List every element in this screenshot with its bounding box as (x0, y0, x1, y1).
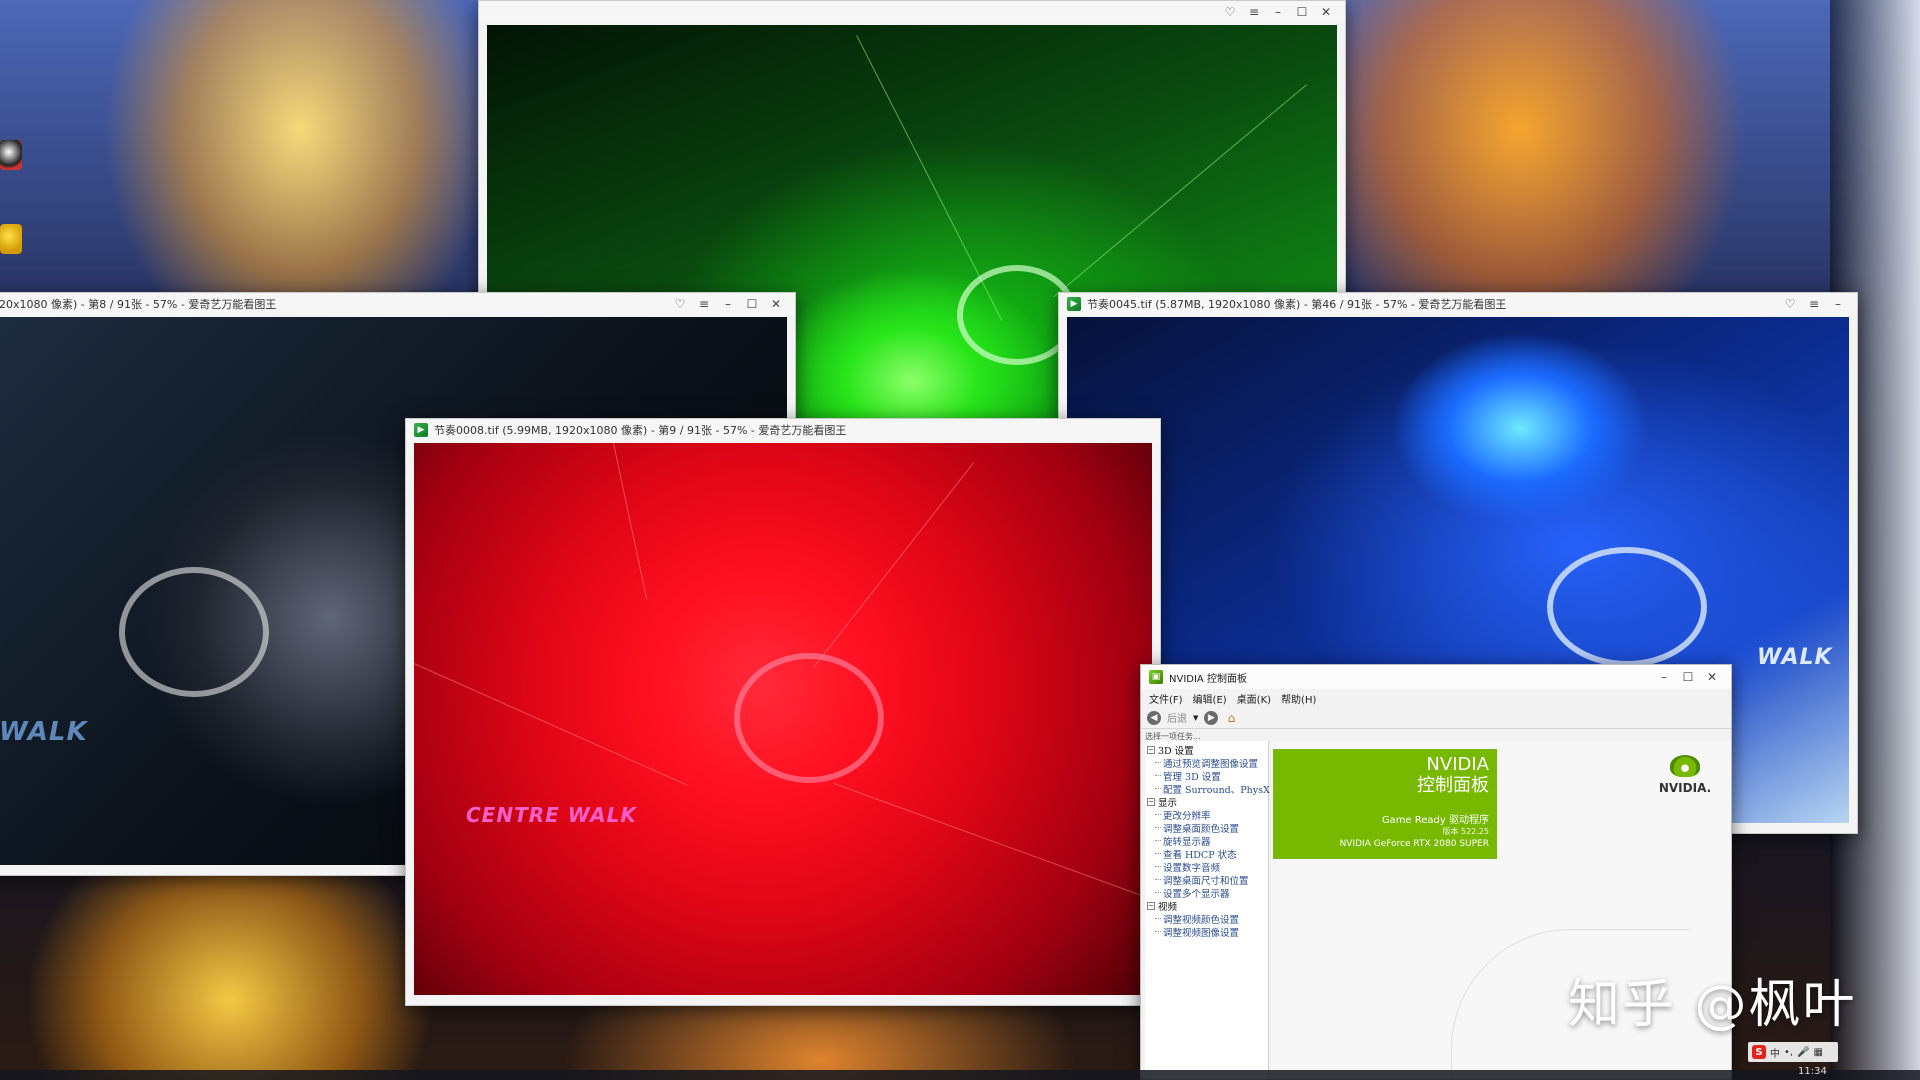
window-titlebar[interactable]: ▶ 节奏0008.tif (5.99MB, 1920x1080 像素) - 第9… (406, 419, 1160, 441)
tree-item[interactable]: 调整桌面颜色设置 (1145, 821, 1268, 835)
viewer-app-icon: ▶ (1067, 297, 1081, 311)
ime-mode[interactable]: 中 (1770, 1045, 1780, 1060)
tree-item[interactable]: 调整视频图像设置 (1145, 925, 1268, 939)
taskbar-clock[interactable]: 11:34 (1798, 1066, 1827, 1077)
nvidia-logo: NVIDIA. (1653, 755, 1717, 795)
tree-item[interactable]: 调整桌面尺寸和位置 (1145, 873, 1268, 887)
menu-edit[interactable]: 编辑(E) (1193, 691, 1227, 706)
menu-help[interactable]: 帮助(H) (1281, 691, 1316, 706)
desktop-app-icon[interactable] (0, 140, 22, 170)
punctuation-icon[interactable]: •, (1784, 1047, 1793, 1058)
taskbar (0, 1070, 1920, 1080)
nvidia-banner: NVIDIA 控制面板 Game Ready 驱动程序 版本 522.25 NV… (1273, 749, 1497, 859)
skin-icon[interactable]: ♡ (1219, 3, 1241, 21)
window-titlebar[interactable]: 20x1080 像素) - 第8 / 91张 - 57% - 爱奇艺万能看图王 … (0, 293, 795, 315)
tree-category[interactable]: − 视频 (1145, 899, 1268, 913)
collapse-icon[interactable]: − (1147, 797, 1155, 806)
minimize-icon[interactable]: – (717, 295, 739, 313)
window-titlebar[interactable]: ▣ NVIDIA 控制面板 – ☐ ✕ (1141, 665, 1731, 689)
window-title: 节奏0045.tif (5.87MB, 1920x1080 像素) - 第46 … (1087, 298, 1507, 311)
ram-horn-artwork (734, 653, 884, 783)
window-title: 节奏0008.tif (5.99MB, 1920x1080 像素) - 第9 /… (434, 424, 847, 437)
nvidia-eye-icon (1670, 755, 1700, 777)
close-icon[interactable]: ✕ (1701, 668, 1723, 686)
tree-category[interactable]: −3D 设置 (1145, 743, 1268, 757)
menu-bar: 文件(F) 编辑(E) 桌面(K) 帮助(H) (1141, 689, 1731, 707)
system-tray: S 中 •, 🎤 ▦ (1748, 1042, 1838, 1062)
window-title: 20x1080 像素) - 第8 / 91张 - 57% - 爱奇艺万能看图王 (0, 298, 277, 311)
gpu-name: NVIDIA GeForce RTX 2080 SUPER (1339, 839, 1489, 849)
menu-desktop[interactable]: 桌面(K) (1237, 691, 1271, 706)
back-icon[interactable]: ◀ (1147, 710, 1161, 725)
minimize-icon[interactable]: – (1267, 3, 1289, 21)
maximize-icon[interactable]: ☐ (1677, 668, 1699, 686)
tree-item[interactable]: 设置多个显示器 (1145, 886, 1268, 900)
driver-type: Game Ready 驱动程序 (1381, 815, 1489, 826)
maximize-icon[interactable]: ☐ (1291, 3, 1313, 21)
desktop-app-icon[interactable] (0, 224, 22, 254)
tree-item[interactable]: 更改分辨率 (1145, 808, 1268, 822)
image-canvas[interactable]: CENTRE WALK (414, 443, 1152, 995)
forward-icon[interactable]: ▶ (1204, 710, 1219, 725)
driver-version: 版本 522.25 (1442, 827, 1489, 836)
tree-item[interactable]: 配置 Surround、PhysX (1145, 782, 1270, 796)
collapse-icon[interactable]: − (1147, 745, 1155, 754)
window-title: NVIDIA 控制面板 (1169, 673, 1247, 685)
image-brand-text: WALK (0, 717, 88, 747)
menu-icon[interactable]: ≡ (1243, 3, 1265, 21)
sogou-ime-icon[interactable]: S (1752, 1045, 1766, 1059)
nvidia-logo-text: NVIDIA. (1658, 781, 1712, 795)
viewer-window-red[interactable]: ▶ 节奏0008.tif (5.99MB, 1920x1080 像素) - 第9… (405, 418, 1161, 1006)
minimize-icon[interactable]: – (1827, 295, 1849, 313)
back-button-label[interactable]: 后退 (1167, 710, 1187, 725)
maximize-icon[interactable]: ☐ (741, 295, 763, 313)
menu-icon[interactable]: ≡ (693, 295, 715, 313)
window-titlebar[interactable]: ▶ 节奏0045.tif (5.87MB, 1920x1080 像素) - 第4… (1059, 293, 1857, 315)
tree-category[interactable]: − 显示 (1145, 795, 1268, 809)
mic-icon[interactable]: 🎤 (1797, 1047, 1809, 1058)
close-icon[interactable]: ✕ (765, 295, 787, 313)
dropdown-icon[interactable]: ▼ (1193, 714, 1198, 722)
keyboard-icon[interactable]: ▦ (1814, 1047, 1823, 1058)
zhihu-watermark: 知乎 @枫叶 (1568, 975, 1857, 1035)
image-brand-text: CENTRE WALK (466, 803, 637, 827)
ram-horn-artwork (1547, 547, 1707, 667)
nvidia-app-icon: ▣ (1149, 670, 1163, 684)
window-titlebar[interactable]: ♡ ≡ – ☐ ✕ (479, 1, 1345, 23)
ram-horn-artwork (119, 567, 269, 697)
banner-title: NVIDIA (1426, 754, 1489, 775)
close-icon[interactable]: ✕ (1315, 3, 1337, 21)
menu-icon[interactable]: ≡ (1803, 295, 1825, 313)
viewer-app-icon: ▶ (414, 423, 428, 437)
minimize-icon[interactable]: – (1653, 668, 1675, 686)
tree-item[interactable]: 管理 3D 设置 (1145, 769, 1268, 783)
banner-subtitle: 控制面板 (1417, 775, 1489, 796)
tree-item[interactable]: 设置数字音频 (1145, 860, 1268, 874)
skin-icon[interactable]: ♡ (669, 295, 691, 313)
toolbar: ◀ 后退 ▼ ▶ ⌂ (1141, 707, 1731, 729)
tree-item[interactable]: 通过预览调整图像设置 (1145, 756, 1268, 770)
task-tree: −3D 设置 通过预览调整图像设置 管理 3D 设置 配置 Surround、P… (1145, 741, 1270, 1079)
tree-item[interactable]: 查看 HDCP 状态 (1145, 847, 1268, 861)
image-brand-text: WALK (1757, 645, 1833, 670)
tree-item[interactable]: 调整视频颜色设置 (1145, 912, 1268, 926)
tree-item[interactable]: 旋转显示器 (1145, 834, 1268, 848)
skin-icon[interactable]: ♡ (1779, 295, 1801, 313)
collapse-icon[interactable]: − (1147, 901, 1155, 910)
home-icon[interactable]: ⌂ (1224, 711, 1238, 725)
menu-file[interactable]: 文件(F) (1149, 691, 1183, 706)
